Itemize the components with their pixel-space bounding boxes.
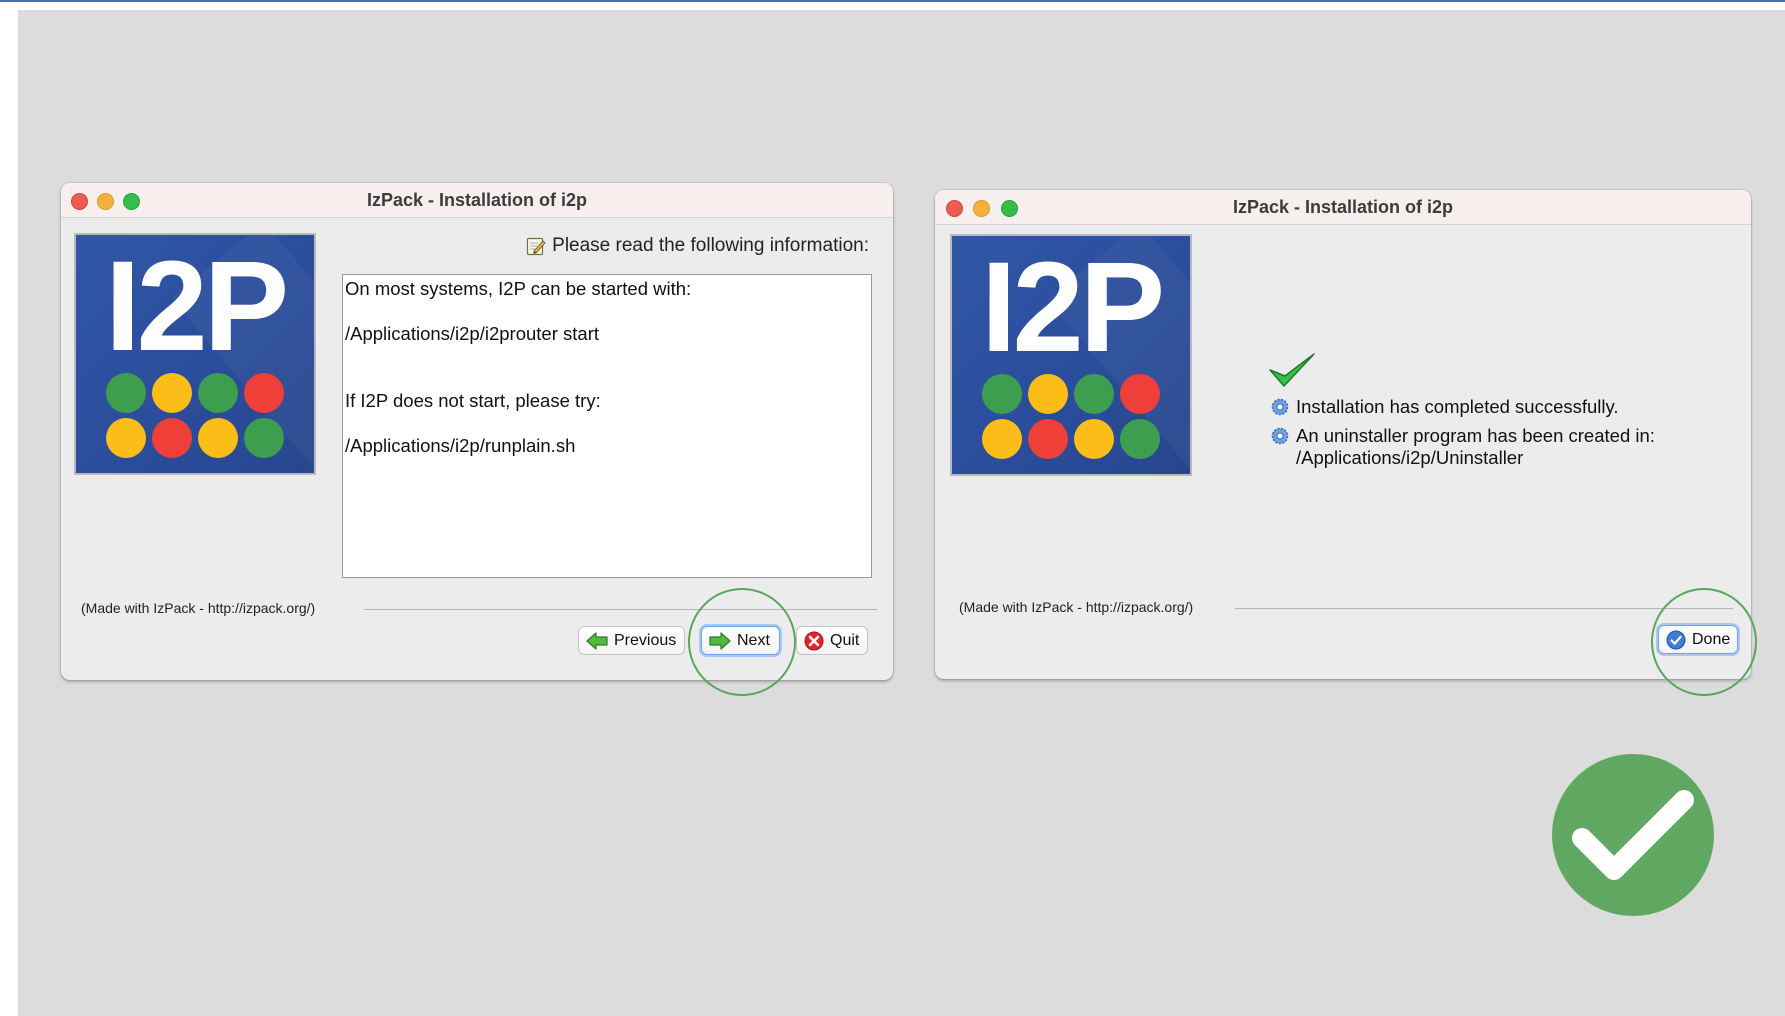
uninstaller-path: /Applications/i2p/Uninstaller <box>1296 447 1524 468</box>
info-header: Please read the following information: <box>526 235 869 257</box>
izpack-credit: (Made with IzPack - http://izpack.org/) <box>81 600 316 616</box>
success-check-icon <box>1572 790 1694 880</box>
izpack-credit: (Made with IzPack - http://izpack.org/) <box>959 599 1194 615</box>
blue-check-icon <box>1666 630 1686 650</box>
gear-bullet-icon <box>1271 427 1289 445</box>
install-success-text: Installation has completed successfully. <box>1296 396 1619 417</box>
message-line: Installation has completed successfully. <box>1271 396 1655 418</box>
completion-messages: Installation has completed successfully.… <box>1271 396 1655 469</box>
green-checkmark-icon <box>1269 353 1315 387</box>
logo-text: I2P <box>104 235 289 378</box>
info-line: If I2P does not start, please try: <box>345 390 601 411</box>
next-label: Next <box>737 631 770 649</box>
info-header-text: Please read the following information: <box>552 235 869 256</box>
i2p-logo: I2P <box>950 234 1192 476</box>
i2p-logo: I2P <box>74 233 316 475</box>
top-border <box>0 0 1785 2</box>
title-bar[interactable]: IzPack - Installation of i2p <box>935 190 1751 225</box>
quit-label: Quit <box>830 631 860 649</box>
footer-divider <box>1235 608 1733 609</box>
footer-divider <box>364 609 877 610</box>
title-bar[interactable]: IzPack - Installation of i2p <box>61 183 893 218</box>
info-text-area[interactable]: On most systems, I2P can be started with… <box>342 274 872 578</box>
edit-note-icon <box>527 237 546 256</box>
previous-button[interactable]: Previous <box>578 626 685 655</box>
quit-button[interactable]: Quit <box>796 626 868 655</box>
gear-bullet-icon <box>1271 398 1289 416</box>
success-badge <box>1552 754 1714 916</box>
installer-window-info: IzPack - Installation of i2p I2P Please … <box>61 183 893 680</box>
window-title: IzPack - Installation of i2p <box>366 190 588 210</box>
info-line: On most systems, I2P can be started with… <box>345 278 692 299</box>
red-x-icon <box>804 631 824 651</box>
info-line: /Applications/i2p/i2prouter start <box>345 323 599 344</box>
done-button[interactable]: Done <box>1658 625 1738 654</box>
green-arrow-left-icon <box>586 631 608 650</box>
previous-label: Previous <box>614 631 677 649</box>
done-label: Done <box>1692 630 1731 648</box>
info-line: /Applications/i2p/runplain.sh <box>345 435 576 456</box>
logo-text: I2P <box>980 236 1165 379</box>
window-title: IzPack - Installation of i2p <box>1232 197 1454 217</box>
uninstaller-text: An uninstaller program has been created … <box>1296 425 1655 446</box>
green-arrow-right-icon <box>709 631 731 650</box>
next-button[interactable]: Next <box>701 626 780 655</box>
message-line: An uninstaller program has been created … <box>1271 425 1655 469</box>
